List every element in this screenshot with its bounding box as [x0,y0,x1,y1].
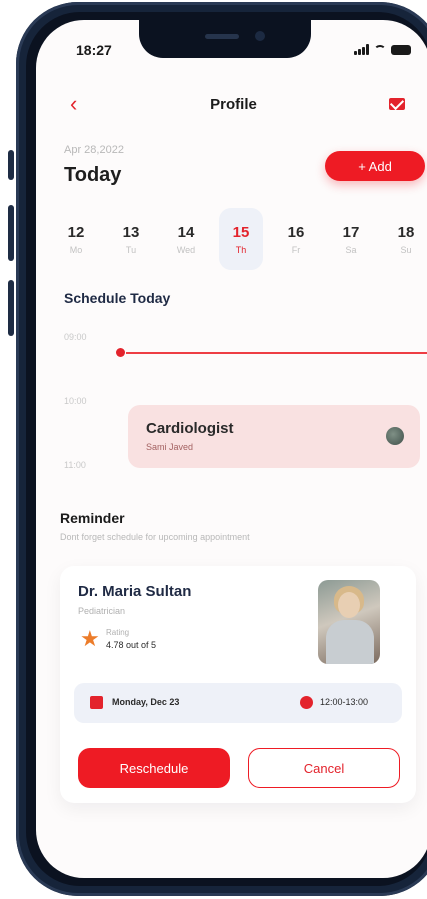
day-17[interactable]: 17 Sa [329,208,373,270]
day-weekday: Sa [345,244,357,255]
day-13[interactable]: 13 Tu [109,208,153,270]
day-number: 14 [177,223,195,241]
avatar [386,427,404,445]
reminder-card: Dr. Maria Sultan Pediatrician ★ Rating 4… [60,566,416,803]
battery-icon [391,44,411,55]
reschedule-button[interactable]: Reschedule [78,748,230,788]
appointment-info-row: Monday, Dec 23 12:00-13:00 [74,683,402,723]
day-16[interactable]: 16 Fr [274,208,318,270]
day-weekday: Mo [69,244,83,255]
status-icons [354,44,411,55]
week-selector: 12 Mo 13 Tu 14 Wed 15 Th 16 Fr 17 Sa 18 Su [54,208,427,270]
day-number: 16 [287,223,305,241]
reminder-title: Reminder [60,510,125,526]
camera [255,31,265,41]
volume-up-button [8,205,14,261]
clock-icon [300,696,313,709]
day-number: 17 [342,223,360,241]
status-time: 18:27 [76,42,112,58]
day-15-selected[interactable]: 15 Th [219,208,263,270]
volume-down-button [8,280,14,336]
appointment-date: Monday, Dec 23 [112,697,180,707]
add-button[interactable]: + Add [325,151,425,181]
reschedule-label: Reschedule [119,760,189,776]
current-time-line [126,352,427,354]
signal-icon [354,44,369,55]
star-icon: ★ [80,626,100,651]
notch [139,20,311,58]
app-screen: 18:27 ‹ Profile Apr 28,2022 Today + Add … [36,20,427,878]
day-number: 18 [397,223,415,241]
mail-icon[interactable] [389,98,405,110]
day-number: 13 [122,223,140,241]
add-button-label: + Add [358,158,392,174]
current-date: Apr 28,2022 [64,144,124,156]
rating-label: Rating [106,628,130,637]
time-label: 10:00 [64,396,87,406]
day-weekday: Fr [291,244,301,255]
day-18[interactable]: 18 Su [384,208,427,270]
day-weekday: Wed [176,244,196,255]
day-14[interactable]: 14 Wed [164,208,208,270]
mute-switch [8,150,14,180]
day-weekday: Su [400,244,412,255]
schedule-title: Schedule Today [64,290,171,306]
appointment-subtitle: Sami Javed [146,442,194,452]
today-heading: Today [64,164,122,186]
appointment-card[interactable]: Cardiologist Sami Javed [128,405,420,468]
rating-value: 4.78 out of 5 [106,640,157,650]
reminder-subtitle: Dont forget schedule for upcoming appoin… [60,532,250,542]
page-title: Profile [210,96,257,113]
cancel-button[interactable]: Cancel [248,748,400,788]
day-weekday: Th [235,244,247,255]
speaker [205,34,239,39]
day-number: 12 [67,223,85,241]
appointment-time: 12:00-13:00 [320,697,369,707]
time-label: 11:00 [64,460,86,470]
appointment-name: Cardiologist [146,420,234,437]
time-label: 09:00 [64,332,87,342]
calendar-icon [90,696,103,709]
cancel-label: Cancel [303,760,345,776]
doctor-name: Dr. Maria Sultan [78,583,192,600]
day-weekday: Tu [125,244,137,255]
app-header: ‹ Profile [36,93,427,118]
doctor-photo [318,580,380,664]
current-time-dot [116,348,125,357]
doctor-specialty: Pediatrician [78,606,126,616]
day-12[interactable]: 12 Mo [54,208,98,270]
day-number: 15 [232,223,250,241]
wifi-icon [374,44,386,55]
